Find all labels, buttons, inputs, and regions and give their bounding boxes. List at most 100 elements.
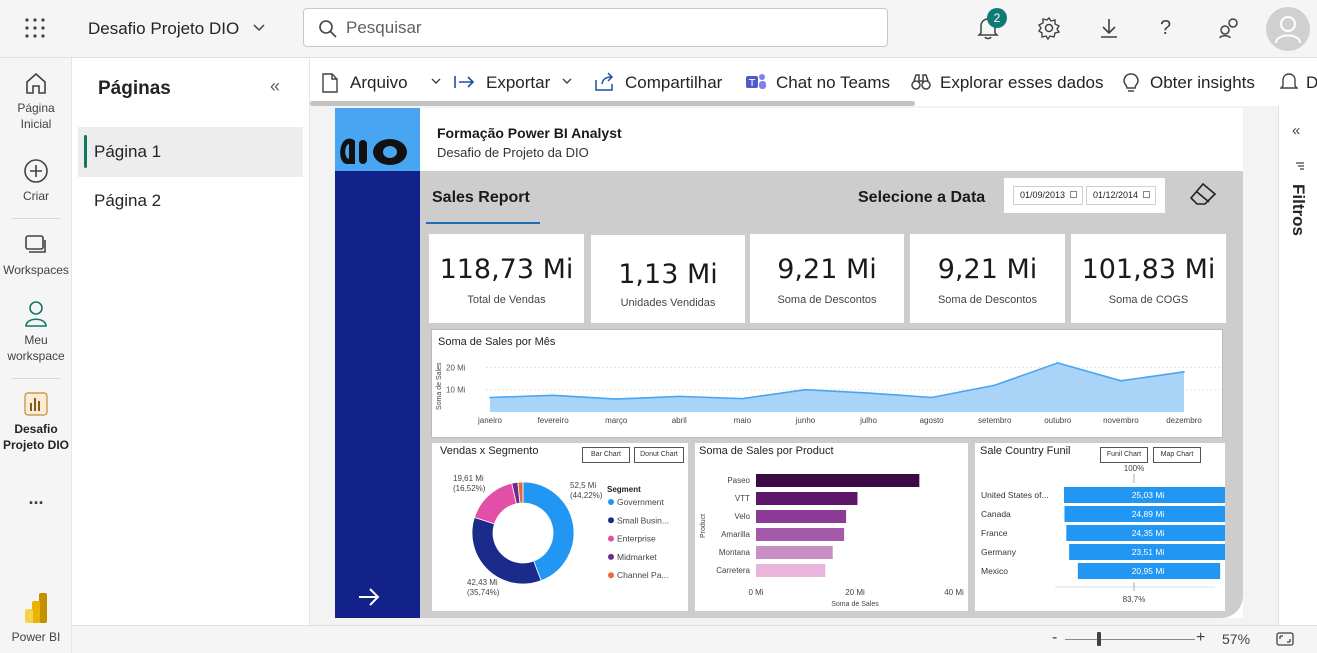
rail-brand[interactable]: Power BI xyxy=(0,593,72,645)
area-chart-svg: 10 Mi 20 MiSoma de Sales janeiro fevereiro m… xyxy=(436,362,1222,425)
rail-item-create[interactable]: Criar xyxy=(0,158,72,204)
plus-circle-icon xyxy=(24,159,48,183)
donut-slice[interactable] xyxy=(471,516,542,585)
eraser-icon[interactable] xyxy=(1187,180,1219,208)
app-launcher-icon[interactable] xyxy=(24,17,46,39)
teams-label: Chat no Teams xyxy=(776,73,891,92)
area-fill xyxy=(490,362,1184,412)
avatar[interactable] xyxy=(1266,7,1310,51)
rail-item-label: Página Inicial xyxy=(17,101,55,131)
power-bi-label: Power BI xyxy=(11,630,61,644)
data-point[interactable] xyxy=(678,395,681,398)
date-end-value: 01/12/2014 xyxy=(1093,190,1139,200)
report-title: Formação Power BI Analyst xyxy=(437,125,622,141)
left-nav-rail: Página Inicial Criar Workspaces Meu work… xyxy=(0,58,72,653)
pages-title: Páginas xyxy=(98,78,171,99)
data-point[interactable] xyxy=(1057,362,1059,364)
rail-item-home[interactable]: Página Inicial xyxy=(0,70,72,132)
fit-to-page-icon[interactable] xyxy=(1276,632,1294,646)
export-label: Exportar xyxy=(486,73,551,92)
kpi-card: 1,13 Mi Unidades Vendidas xyxy=(591,235,745,323)
legend-item[interactable]: Small Busin... xyxy=(617,515,669,525)
y-tick-label: Carretera xyxy=(716,566,750,575)
x-tick-label: fevereiro xyxy=(538,416,570,425)
explore-label: Explorar esses dados xyxy=(940,73,1104,92)
rail-item-report[interactable]: Desafio Projeto DIO xyxy=(0,391,72,453)
arrow-right-icon[interactable] xyxy=(357,586,381,608)
date-start-input[interactable]: 01/09/2013 xyxy=(1013,186,1083,205)
more-icon[interactable]: ... xyxy=(0,489,72,507)
y-axis-label: Product xyxy=(700,514,707,538)
data-point[interactable] xyxy=(741,397,744,400)
rail-item-label: Meu workspace xyxy=(7,333,65,363)
category-label: Germany xyxy=(981,547,1017,557)
page-item-1[interactable]: Página 1 xyxy=(78,127,303,177)
data-label: 20,95 Mi xyxy=(1132,566,1165,576)
feedback-icon[interactable] xyxy=(1217,16,1241,40)
zoom-slider-track[interactable] xyxy=(1065,639,1195,640)
download-icon[interactable] xyxy=(1098,16,1120,40)
bar[interactable] xyxy=(756,564,826,577)
sales-by-month-chart[interactable]: Soma de Sales por Mês 10 Mi 20 Mi Soma de … xyxy=(431,329,1223,438)
bar[interactable] xyxy=(756,510,847,523)
bar[interactable] xyxy=(756,528,845,541)
search-box[interactable] xyxy=(303,8,888,47)
chevron-down-icon xyxy=(431,78,441,84)
page-item-2[interactable]: Página 2 xyxy=(78,176,303,226)
binoculars-icon xyxy=(911,74,931,90)
top-bar: Desafio Projeto DIO 2 ? xyxy=(0,0,1317,58)
report-icon xyxy=(24,392,48,416)
legend-item[interactable]: Government xyxy=(617,497,664,507)
x-tick-label: novembro xyxy=(1103,416,1139,425)
chevron-down-icon[interactable] xyxy=(252,22,266,34)
x-tick-label: 20 Mi xyxy=(845,588,865,597)
y-tick-label: Montana xyxy=(719,548,751,557)
data-point[interactable] xyxy=(993,384,996,387)
funnel-top-label: 100% xyxy=(1124,464,1144,473)
bar[interactable] xyxy=(756,492,858,505)
data-point[interactable] xyxy=(1183,371,1185,373)
bar[interactable] xyxy=(756,474,920,487)
data-point[interactable] xyxy=(552,394,554,397)
help-icon[interactable]: ? xyxy=(1160,17,1171,40)
search-input[interactable] xyxy=(346,17,866,39)
pages-pane: Páginas « Página 1 Página 2 xyxy=(78,58,310,625)
file-icon xyxy=(322,73,338,93)
collapse-pane-icon[interactable]: « xyxy=(270,76,280,97)
rail-item-my-workspace[interactable]: Meu workspace xyxy=(0,300,72,364)
x-tick-label: abril xyxy=(672,416,687,425)
section-title: Sales Report xyxy=(432,189,530,206)
data-point[interactable] xyxy=(1120,379,1122,382)
zoom-in-icon[interactable]: + xyxy=(1196,629,1205,647)
legend-item[interactable]: Midmarket xyxy=(617,552,657,562)
kpi-label: Soma de Descontos xyxy=(777,294,877,306)
legend-item[interactable]: Channel Pa... xyxy=(617,570,669,580)
gear-icon[interactable] xyxy=(1037,16,1061,40)
legend-item[interactable]: Enterprise xyxy=(617,534,656,544)
notification-badge: 2 xyxy=(987,8,1007,28)
segment-donut-chart[interactable]: Vendas x Segmento Bar Chart Donut Chart … xyxy=(432,443,688,611)
zoom-out-icon[interactable]: - xyxy=(1052,629,1057,647)
legend-swatch xyxy=(608,499,614,505)
data-point[interactable] xyxy=(930,396,933,399)
share-icon xyxy=(595,72,614,91)
y-axis-label: Soma de Sales xyxy=(436,362,443,410)
data-point[interactable] xyxy=(489,396,491,399)
expand-filters-icon[interactable]: « xyxy=(1292,122,1300,139)
bar-svg: Paseo VTT Velo Amarilla Montana Carretera 0 Mi… xyxy=(700,474,964,608)
zoom-slider-thumb[interactable] xyxy=(1096,632,1101,646)
data-point[interactable] xyxy=(615,398,617,400)
power-bi-logo-icon xyxy=(25,593,47,623)
rail-item-workspaces[interactable]: Workspaces xyxy=(0,232,72,278)
data-point[interactable] xyxy=(867,392,870,394)
bar[interactable] xyxy=(756,546,833,559)
date-end-input[interactable]: 01/12/2014 xyxy=(1086,186,1156,205)
kpi-card: 118,73 Mi Total de Vendas xyxy=(429,234,584,323)
share-label: Compartilhar xyxy=(625,73,723,92)
x-tick-label: dezembro xyxy=(1166,416,1202,425)
filters-label[interactable]: Filtros xyxy=(1288,184,1308,236)
data-point[interactable] xyxy=(804,388,807,391)
workspace-title[interactable]: Desafio Projeto DIO xyxy=(88,19,239,39)
country-funnel-chart[interactable]: Sale Country Funil Funil Chart Map Chart… xyxy=(975,443,1225,611)
sales-by-product-chart[interactable]: Soma de Sales por Product Paseo VTT Velo Am… xyxy=(695,443,968,611)
